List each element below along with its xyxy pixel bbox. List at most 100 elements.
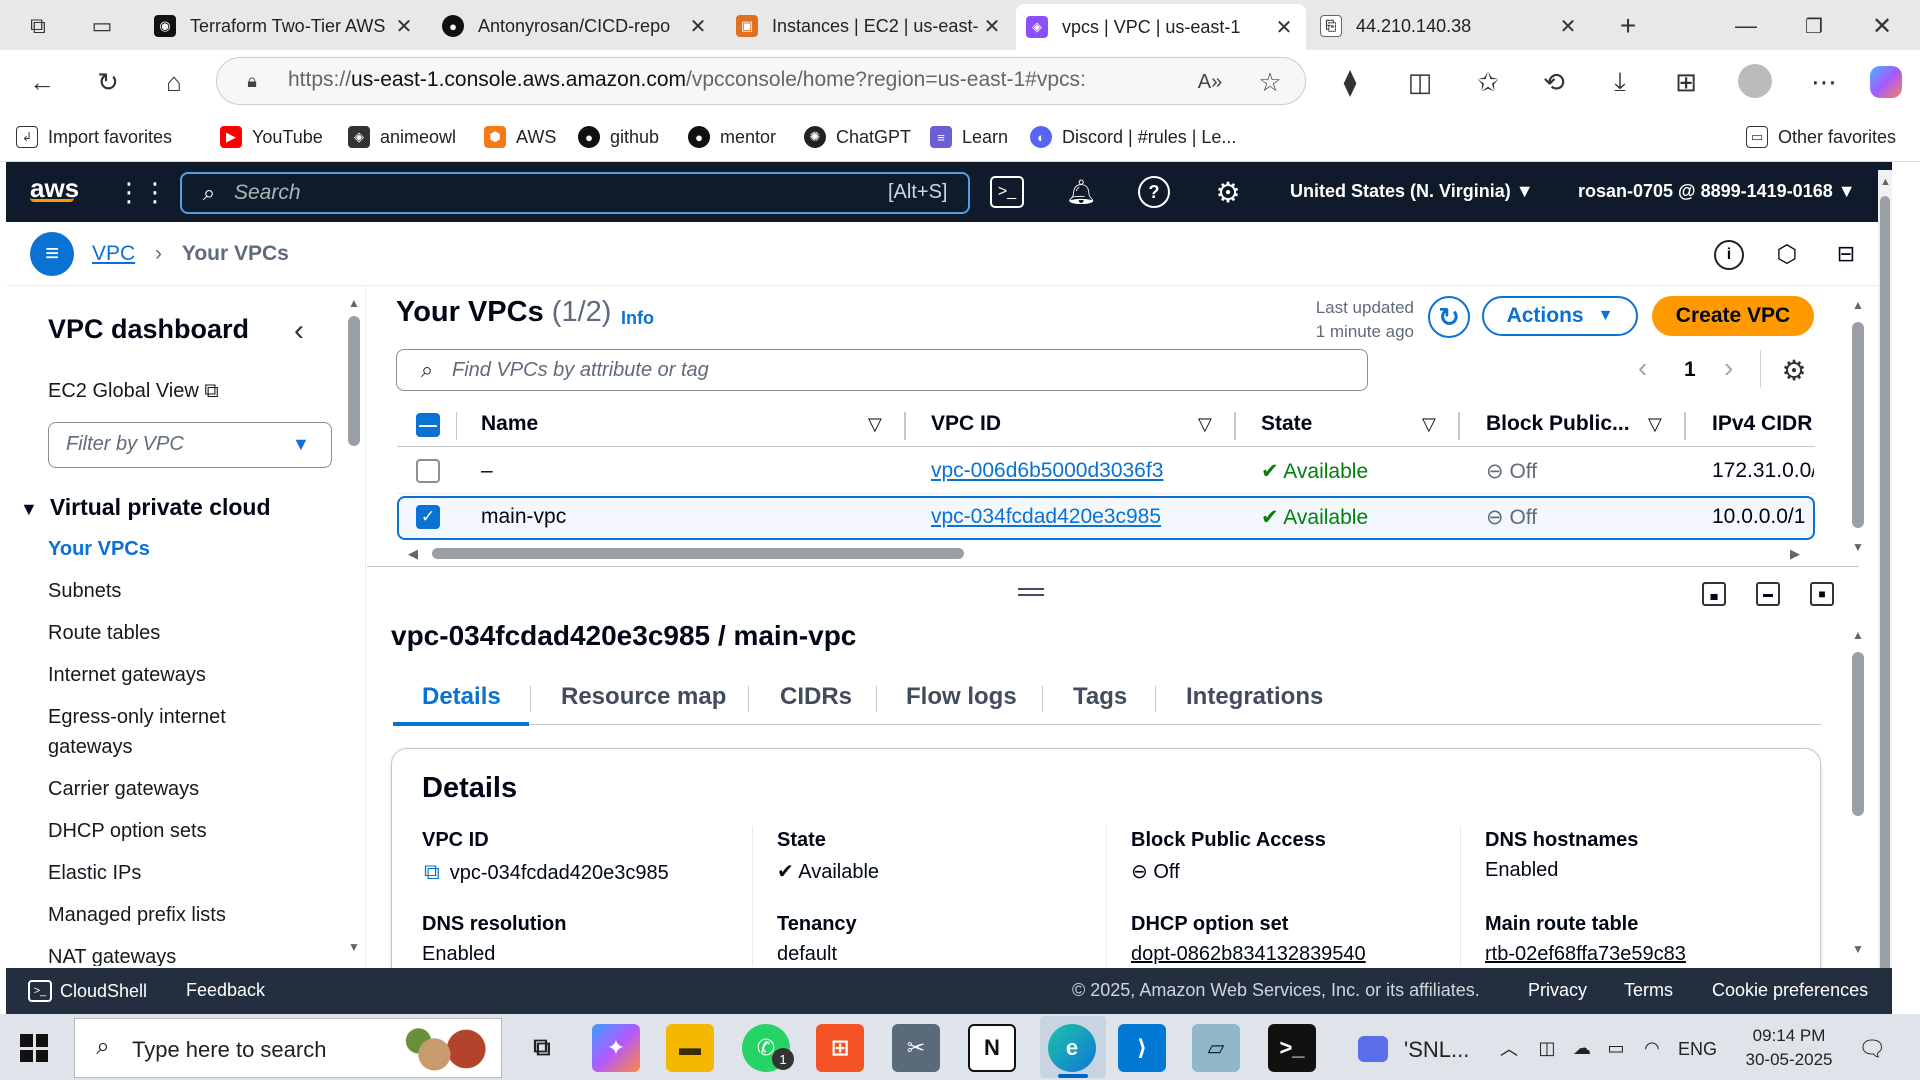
language-indicator[interactable]: ENG <box>1678 1039 1717 1060</box>
browser-tab-github[interactable]: ● Antonyrosan/CICD-repo ✕ <box>432 6 720 46</box>
row-checkbox-checked[interactable]: ✓ <box>416 505 440 529</box>
split-screen-icon[interactable]: ◫ <box>1400 62 1440 102</box>
column-divider[interactable] <box>1234 412 1236 440</box>
privacy-link[interactable]: Privacy <box>1528 980 1587 1001</box>
sort-icon[interactable]: ▽ <box>1198 414 1212 435</box>
sort-icon[interactable]: ▽ <box>1422 414 1436 435</box>
dhcp-option-set-link[interactable]: dopt-0862b834132839540 <box>1131 943 1366 966</box>
feedback-link[interactable]: Feedback <box>186 980 265 1001</box>
info-panel-icon[interactable]: i <box>1714 240 1744 270</box>
tab-integrations[interactable]: Integrations <box>1186 683 1323 711</box>
region-selector[interactable]: United States (N. Virginia) ▼ <box>1290 181 1534 202</box>
copilot-taskbar-icon[interactable]: ✦ <box>592 1024 640 1072</box>
edge-browser-icon[interactable]: e <box>1048 1024 1096 1072</box>
vscode-icon[interactable]: ⟩ <box>1118 1024 1166 1072</box>
collapse-sidebar-icon[interactable]: ‹ <box>284 314 314 348</box>
page-scrollbar[interactable] <box>1880 196 1890 976</box>
browser-tab-vpc[interactable]: ◈ vpcs | VPC | us-east-1 ✕ <box>1016 4 1306 50</box>
column-header-block-public[interactable]: Block Public... <box>1486 412 1630 436</box>
scroll-right-icon[interactable]: ▶ <box>1790 546 1800 562</box>
notification-center-icon[interactable]: 🗨︎ <box>1856 1034 1888 1064</box>
sidebar-item-subnets[interactable]: Subnets <box>48 576 121 606</box>
sidebar-section-vpc[interactable]: ▼ Virtual private cloud <box>20 494 271 521</box>
notion-icon[interactable]: N <box>968 1024 1016 1072</box>
favorites-icon[interactable]: ✩ <box>1468 62 1508 102</box>
notepad-icon[interactable]: ▱ <box>1192 1024 1240 1072</box>
prev-page-icon[interactable]: ‹ <box>1638 352 1647 384</box>
column-header-ipv4-cidr[interactable]: IPv4 CIDR <box>1712 412 1812 436</box>
microsoft-store-icon[interactable]: ⊞ <box>816 1024 864 1072</box>
list-vertical-scrollbar[interactable] <box>1852 322 1864 528</box>
row-checkbox[interactable] <box>416 459 440 483</box>
bookmark-other-favorites[interactable]: ▭ Other favorites <box>1746 122 1896 152</box>
info-link[interactable]: Info <box>621 308 654 329</box>
tab-cidrs[interactable]: CIDRs <box>780 683 852 711</box>
sidebar-item-nat-gateways[interactable]: NAT gateways <box>48 942 176 966</box>
bookmark-youtube[interactable]: ▶ YouTube <box>220 122 323 152</box>
row-vpc-id-link[interactable]: vpc-006d6b5000d3036f3 <box>931 459 1163 483</box>
browser-tab-ec2[interactable]: ▣ Instances | EC2 | us-east- ✕ <box>726 6 1014 46</box>
sidebar-scrollbar[interactable] <box>348 316 360 446</box>
sidebar-title[interactable]: VPC dashboard <box>48 314 249 345</box>
settings-gear-icon[interactable]: ⚙ <box>1210 174 1246 210</box>
table-horizontal-scrollbar[interactable] <box>432 548 964 559</box>
url-text[interactable]: https://us-east-1.console.aws.amazon.com… <box>288 68 1086 94</box>
table-preferences-gear-icon[interactable]: ⚙ <box>1776 352 1812 388</box>
more-menu-icon[interactable]: ⋯ <box>1804 62 1844 102</box>
help-icon[interactable]: ? <box>1138 176 1170 208</box>
close-tab-icon[interactable]: ✕ <box>1272 15 1296 40</box>
file-explorer-icon[interactable]: ▬ <box>666 1024 714 1072</box>
cloudshell-footer-button[interactable]: >_ CloudShell <box>28 980 147 1002</box>
clock[interactable]: 09:14 PM 30-05-2025 <box>1734 1024 1844 1072</box>
minimize-icon[interactable]: — <box>1726 8 1766 44</box>
profile-avatar[interactable] <box>1738 64 1772 98</box>
bookmark-animeowl[interactable]: ◈ animeowl <box>348 122 456 152</box>
bookmark-import-favorites[interactable]: ↲ Import favorites <box>16 122 172 152</box>
column-divider[interactable] <box>1458 412 1460 440</box>
aws-logo[interactable]: aws <box>30 172 82 212</box>
tab-details[interactable]: Details <box>422 683 501 711</box>
tab-flow-logs[interactable]: Flow logs <box>906 683 1017 711</box>
security-hexagon-icon[interactable]: ⬡ <box>1772 238 1802 270</box>
actions-button[interactable]: Actions ▼ <box>1482 296 1638 336</box>
task-view-icon[interactable]: ⧉ <box>518 1024 566 1072</box>
sidebar-item-dhcp-option-sets[interactable]: DHCP option sets <box>48 816 207 846</box>
terminal-icon[interactable]: >_ <box>1268 1024 1316 1072</box>
row-vpc-id-link[interactable]: vpc-034fcdad420e3c985 <box>931 505 1161 529</box>
sidebar-item-elastic-ips[interactable]: Elastic IPs <box>48 858 141 888</box>
sort-icon[interactable]: ▽ <box>868 414 882 435</box>
scroll-left-icon[interactable]: ◀ <box>408 546 418 562</box>
sidebar-scroll-up-icon[interactable]: ▲ <box>348 296 360 310</box>
tab-tags[interactable]: Tags <box>1073 683 1127 711</box>
sidebar-item-carrier-gateways[interactable]: Carrier gateways <box>48 774 199 804</box>
list-scroll-up-icon[interactable]: ▲ <box>1852 298 1864 312</box>
close-tab-icon[interactable]: ✕ <box>980 14 1004 39</box>
sidebar-item-managed-prefix-lists[interactable]: Managed prefix lists <box>48 900 226 930</box>
split-full-icon[interactable]: ■ <box>1810 582 1834 606</box>
terms-link[interactable]: Terms <box>1624 980 1673 1001</box>
copy-icon[interactable]: ⧉ <box>424 859 440 884</box>
column-divider[interactable] <box>1684 412 1686 440</box>
account-menu[interactable]: rosan-0705 @ 8899-1419-0168 ▼ <box>1578 181 1856 202</box>
breadcrumb-vpc[interactable]: VPC <box>92 242 135 265</box>
onedrive-icon[interactable]: ☁ <box>1568 1034 1596 1062</box>
services-grid-icon[interactable]: ⋮⋮ <box>116 174 168 210</box>
column-header-vpc-id[interactable]: VPC ID <box>931 412 1001 436</box>
windows-start-icon[interactable] <box>20 1034 48 1062</box>
collections-icon[interactable]: ⊞ <box>1666 62 1706 102</box>
tab-actions-icon[interactable]: ▭ <box>84 10 120 42</box>
refresh-button[interactable]: ↻ <box>1428 296 1470 338</box>
close-window-icon[interactable]: ✕ <box>1862 8 1902 44</box>
sidebar-item-internet-gateways[interactable]: Internet gateways <box>48 660 206 690</box>
search-highlight-image[interactable] <box>392 1022 498 1076</box>
cloudshell-icon[interactable]: >_ <box>990 176 1024 208</box>
lock-icon[interactable]: 🔒︎ <box>240 68 264 94</box>
page-scroll-up-icon[interactable]: ▲ <box>1880 176 1891 188</box>
detail-scroll-up-icon[interactable]: ▲ <box>1852 628 1864 642</box>
close-tab-icon[interactable]: ✕ <box>1556 14 1580 39</box>
detail-scroll-down-icon[interactable]: ▼ <box>1852 942 1864 956</box>
select-all-checkbox[interactable]: — <box>416 413 440 437</box>
list-scroll-down-icon[interactable]: ▼ <box>1852 540 1864 554</box>
bookmark-learn[interactable]: ≡ Learn <box>930 122 1008 152</box>
bookmark-github[interactable]: ● github <box>578 122 659 152</box>
